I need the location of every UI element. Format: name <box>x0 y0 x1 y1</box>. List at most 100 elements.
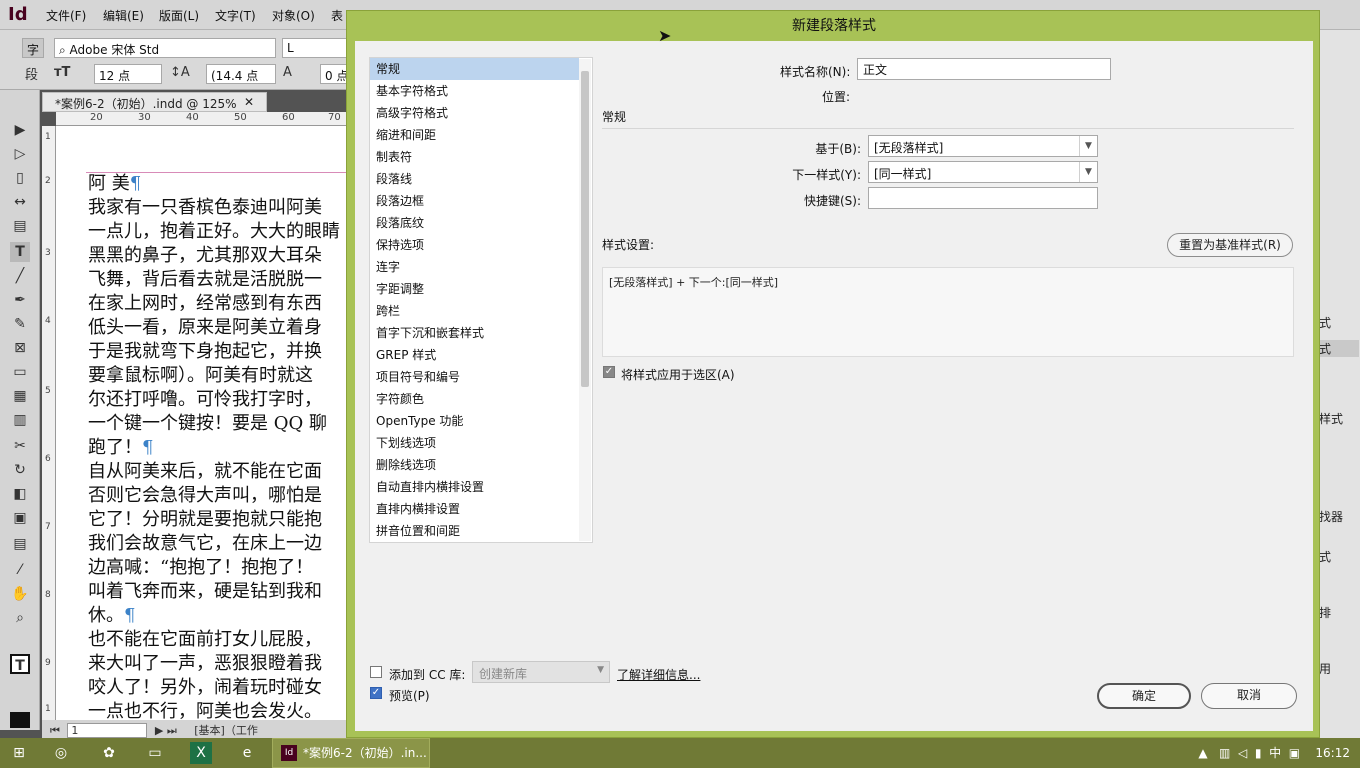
category-item[interactable]: 保持选项 <box>370 234 579 256</box>
font-size-field[interactable]: 12 点 <box>94 64 162 84</box>
category-item[interactable]: 制表符 <box>370 146 579 168</box>
leading-field[interactable]: (14.4 点 <box>206 64 276 84</box>
fill-stroke-icon[interactable]: T <box>10 654 30 674</box>
tray-arrow-icon[interactable]: ▲ <box>1198 746 1207 760</box>
preview-checkbox[interactable]: ✓ <box>370 687 382 699</box>
paragraph-mode-button[interactable]: 段 <box>25 64 38 83</box>
gradient-feather-icon[interactable]: ▣ <box>10 508 30 528</box>
category-scrollbar[interactable] <box>579 59 591 541</box>
eyedropper-tool-icon[interactable]: ⁄ <box>10 560 30 580</box>
gap-tool-icon[interactable]: ↔ <box>10 192 30 212</box>
category-item[interactable]: 自动直排内横排设置 <box>370 476 579 498</box>
paint-icon[interactable]: ✿ <box>98 742 120 764</box>
add-to-cc-checkbox[interactable] <box>370 666 382 678</box>
signal-icon[interactable]: ▮ <box>1255 746 1262 760</box>
page-tool-icon[interactable]: ▯ <box>10 168 30 188</box>
pencil-tool-icon[interactable]: ✎ <box>10 314 30 334</box>
next-page-icon[interactable]: ▶ ⏭ <box>155 724 177 737</box>
rectangle-tool-icon[interactable]: ▭ <box>10 362 30 382</box>
cancel-button[interactable]: 取消 <box>1201 683 1297 709</box>
category-item[interactable]: 字符颜色 <box>370 388 579 410</box>
based-on-select[interactable]: [无段落样式]▼ <box>868 135 1098 157</box>
selection-tool-icon[interactable]: ▶ <box>10 120 30 140</box>
category-item[interactable]: 跨栏 <box>370 300 579 322</box>
font-family-select[interactable]: ⌕ Adobe 宋体 Std <box>54 38 276 58</box>
panel-item[interactable]: 样式 <box>1319 410 1343 427</box>
page-number-field[interactable]: 1 <box>67 723 147 738</box>
content-collector-icon[interactable]: ▤ <box>10 216 30 236</box>
direct-selection-tool-icon[interactable]: ▷ <box>10 144 30 164</box>
menu-file[interactable]: 文件(F) <box>46 7 86 24</box>
ie-icon[interactable]: e <box>236 742 258 764</box>
menu-layout[interactable]: 版面(L) <box>159 7 199 24</box>
document-canvas[interactable]: 阿 美¶ 我家有一只香槟色泰迪叫阿美 一点儿，抱着正好。大大的眼睛 黑黑的鼻子，… <box>56 126 356 720</box>
category-item[interactable]: 段落线 <box>370 168 579 190</box>
style-name-input[interactable]: 正文 <box>857 58 1111 80</box>
hand-tool-icon[interactable]: ✋ <box>10 584 30 604</box>
category-item[interactable]: 缩进和间距 <box>370 124 579 146</box>
grid-tool-icon[interactable]: ▦ <box>10 386 30 406</box>
menu-type[interactable]: 文字(T) <box>215 7 256 24</box>
rotate-tool-icon[interactable]: ↻ <box>10 460 30 480</box>
category-item[interactable]: 直排内横排设置 <box>370 498 579 520</box>
normal-view-icon[interactable] <box>10 712 30 728</box>
ime-indicator[interactable]: 中 <box>1269 746 1281 760</box>
category-item[interactable]: 项目符号和编号 <box>370 366 579 388</box>
excel-icon[interactable]: X <box>190 742 212 764</box>
clock[interactable]: 16:12 <box>1315 746 1350 760</box>
network-icon[interactable]: ▥ <box>1219 746 1230 760</box>
frame-grid-icon[interactable]: ▥ <box>10 410 30 430</box>
dialog-title[interactable]: 新建段落样式 <box>347 11 1321 41</box>
panel-item[interactable]: 用 <box>1319 660 1331 677</box>
close-icon[interactable]: ✕ <box>244 95 254 109</box>
panel-item[interactable]: 式 <box>1319 314 1331 331</box>
keyboard-icon[interactable]: ▣ <box>1289 746 1300 760</box>
note-tool-icon[interactable]: ▤ <box>10 534 30 554</box>
category-item[interactable]: 段落边框 <box>370 190 579 212</box>
scrollbar-thumb[interactable] <box>581 71 589 387</box>
folder-icon[interactable]: ▭ <box>144 742 166 764</box>
document-tab[interactable]: *案例6-2（初始）.indd @ 125%✕ <box>42 92 267 112</box>
windows-start-icon[interactable]: ⊞ <box>8 742 30 764</box>
category-item[interactable]: 拼音位置和间距 <box>370 520 579 542</box>
pen-tool-icon[interactable]: ✒ <box>10 290 30 310</box>
category-item[interactable]: 下划线选项 <box>370 432 579 454</box>
reset-to-base-button[interactable]: 重置为基准样式(R) <box>1167 233 1293 257</box>
ok-button[interactable]: 确定 <box>1097 683 1191 709</box>
zoom-tool-icon[interactable]: ⌕ <box>10 608 30 628</box>
category-item[interactable]: 首字下沉和嵌套样式 <box>370 322 579 344</box>
scissors-tool-icon[interactable]: ✂ <box>10 436 30 456</box>
category-item[interactable]: 常规 <box>370 58 579 80</box>
category-item[interactable]: GREP 样式 <box>370 344 579 366</box>
category-item[interactable]: 连字 <box>370 256 579 278</box>
font-style-select[interactable]: L <box>282 38 348 58</box>
volume-icon[interactable]: ◁ <box>1238 746 1247 760</box>
gradient-tool-icon[interactable]: ◧ <box>10 484 30 504</box>
rectangle-frame-tool-icon[interactable]: ⊠ <box>10 338 30 358</box>
category-item[interactable]: 段落底纹 <box>370 212 579 234</box>
category-item[interactable]: 基本字符格式 <box>370 80 579 102</box>
app-icon[interactable]: ◎ <box>50 742 72 764</box>
type-tool-icon[interactable]: T <box>10 242 30 262</box>
character-mode-button[interactable]: 字 <box>22 38 44 58</box>
text-frame[interactable]: 阿 美¶ 我家有一只香槟色泰迪叫阿美 一点儿，抱着正好。大大的眼睛 黑黑的鼻子，… <box>88 172 358 724</box>
panel-item[interactable]: 式 <box>1319 340 1359 357</box>
panel-item[interactable]: 找器 <box>1319 508 1343 525</box>
next-style-select[interactable]: [同一样式]▼ <box>868 161 1098 183</box>
panel-item[interactable]: 式 <box>1319 548 1331 565</box>
learn-more-link[interactable]: 了解详细信息... <box>617 666 700 683</box>
apply-to-selection-checkbox[interactable]: ✓ <box>603 366 615 378</box>
panel-item[interactable]: 排 <box>1319 604 1331 621</box>
menu-table[interactable]: 表 <box>331 7 343 24</box>
category-item[interactable]: OpenType 功能 <box>370 410 579 432</box>
taskbar-indesign-task[interactable]: Id*案例6-2（初始）.in... <box>272 738 430 768</box>
menu-edit[interactable]: 编辑(E) <box>103 7 144 24</box>
tracking-field[interactable]: 0 点 <box>320 64 348 84</box>
line-tool-icon[interactable]: ╱ <box>10 266 30 286</box>
category-item[interactable]: 字距调整 <box>370 278 579 300</box>
shortcut-input[interactable] <box>868 187 1098 209</box>
category-item[interactable]: 高级字符格式 <box>370 102 579 124</box>
category-item[interactable]: 删除线选项 <box>370 454 579 476</box>
menu-object[interactable]: 对象(O) <box>272 7 315 24</box>
first-page-icon[interactable]: ⏮ <box>50 724 60 737</box>
